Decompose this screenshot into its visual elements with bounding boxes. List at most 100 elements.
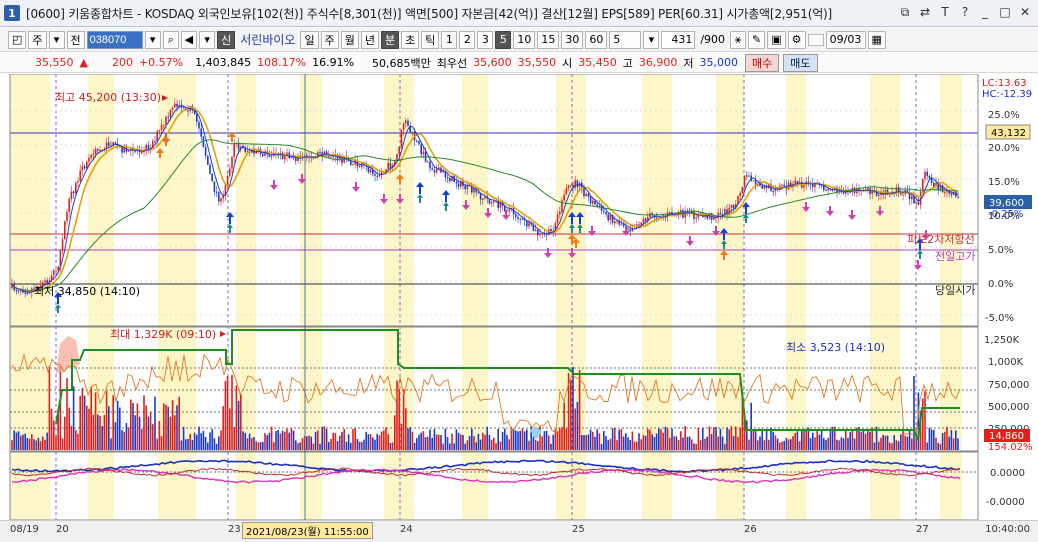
tab-week[interactable]: 주 (320, 30, 339, 49)
down-arrow-icon (826, 206, 834, 216)
volume-bar (189, 433, 191, 450)
interval-1[interactable]: 1 (441, 30, 458, 49)
interval-3[interactable]: 3 (477, 30, 494, 49)
volume-bar (341, 432, 343, 450)
chevron-down-icon[interactable]: ▾ (48, 30, 65, 49)
interval-2[interactable]: 2 (459, 30, 476, 49)
period-kind-select[interactable]: 주 (28, 30, 47, 49)
volume-bar (336, 441, 339, 450)
volume-bar (180, 440, 183, 450)
close-icon[interactable]: ✕ (1018, 5, 1032, 19)
candle-body (182, 107, 185, 109)
volume-bar (512, 428, 515, 450)
count-select[interactable]: 5 (609, 30, 642, 49)
sell-button[interactable]: 매도 (783, 53, 818, 72)
tab-second[interactable]: 초 (401, 30, 420, 49)
tab-tick[interactable]: 틱 (421, 30, 440, 49)
draw-tool-icon[interactable]: ✎ (748, 30, 766, 49)
volume-bar (585, 435, 587, 450)
link-icon[interactable]: ⇄ (918, 5, 932, 19)
volume-bar (622, 436, 625, 450)
candle-body (915, 202, 917, 204)
stock-code-input[interactable] (86, 30, 143, 49)
interval-5[interactable]: 5 (495, 30, 512, 49)
volume-bar (772, 431, 774, 450)
interval-60[interactable]: 60 (585, 30, 608, 49)
restore-icon[interactable]: ⧉ (898, 5, 912, 19)
interval-30[interactable]: 30 (561, 30, 584, 49)
interval-10[interactable]: 10 (513, 30, 536, 49)
indicator-icon[interactable]: ⚹ (730, 30, 747, 49)
volume-bar (207, 442, 209, 450)
minimize-icon[interactable]: _ (978, 5, 992, 19)
gear-icon[interactable]: ⚙ (787, 30, 806, 49)
search-icon[interactable]: ⌕ (162, 30, 179, 49)
candle-body (231, 156, 233, 169)
volume-bar (501, 432, 504, 450)
volume-bar (754, 431, 757, 450)
volume-bar (860, 431, 862, 450)
volume-bar (270, 426, 273, 450)
candle-body (521, 218, 524, 220)
tab-month[interactable]: 월 (340, 30, 359, 49)
volume-bar (299, 442, 301, 450)
main-chart[interactable]: 최고 45,200 (13:30) 최저 34,850 (14:10) 최대 1… (0, 74, 1038, 520)
volume-bar (717, 436, 719, 450)
range-input[interactable]: 431 (661, 30, 696, 49)
volume-bar (233, 427, 235, 450)
reference-lines (10, 132, 978, 285)
stock-menu-icon[interactable]: ▾ (199, 30, 216, 49)
volume-bar (125, 423, 128, 450)
volume-bar (237, 400, 240, 450)
candle-body (435, 169, 438, 173)
volume-bar (202, 430, 205, 450)
volume-bar (295, 440, 297, 450)
volume-bar (477, 433, 480, 450)
font-icon[interactable]: T (938, 5, 952, 19)
volume-axis: 1,250K 1,000K 750,000 500,000 250,000 14… (984, 335, 1033, 453)
volume-bar (490, 439, 493, 450)
candle-body (229, 168, 231, 176)
calendar-icon[interactable]: ▦ (867, 30, 886, 49)
layout-icon[interactable]: ◰ (8, 30, 27, 49)
volume-bar (66, 377, 68, 450)
volume-bar (933, 430, 935, 450)
candle-body (242, 147, 244, 149)
volume-bar (176, 405, 178, 450)
tab-year[interactable]: 년 (360, 30, 379, 49)
code-dropdown-icon[interactable]: ▾ (144, 30, 161, 49)
volume-bar (343, 428, 345, 450)
volume-bar (647, 428, 649, 450)
volume-bar (576, 401, 579, 450)
maximize-icon[interactable]: □ (998, 5, 1012, 19)
sound-icon[interactable]: ◀ (180, 30, 198, 49)
date-checkbox[interactable] (807, 33, 824, 46)
volume-bar (226, 376, 229, 450)
shade-band (556, 74, 586, 520)
volume-bar (354, 427, 356, 450)
crosshair-time-label: 2021/08/23(월) 11:55:00 (242, 522, 373, 539)
volume-bar (350, 442, 352, 450)
buy-button[interactable]: 매수 (745, 53, 780, 72)
prev-button[interactable]: 전 (66, 30, 85, 49)
volume-bar (644, 435, 647, 450)
candle-body (620, 224, 623, 226)
low-price: 35,000 (699, 56, 739, 69)
volume-bar (517, 431, 519, 450)
volume-bar (171, 400, 174, 450)
tab-minute[interactable]: 분 (380, 30, 400, 49)
interval-15[interactable]: 15 (537, 30, 560, 49)
date-field[interactable]: 09/03 (825, 30, 866, 49)
volume-bar (941, 433, 944, 450)
tab-day[interactable]: 일 (300, 30, 319, 49)
candle-body (515, 214, 517, 217)
volume-bar (658, 428, 660, 450)
volume-bar (790, 439, 792, 450)
volume-bar (138, 416, 141, 450)
save-icon[interactable]: ▣ (767, 30, 786, 49)
help-icon[interactable]: ? (958, 5, 972, 19)
shade-band (300, 74, 322, 520)
count-dropdown-icon[interactable]: ▾ (643, 30, 660, 49)
date-label: 23 (228, 524, 241, 535)
volume-bar (493, 437, 495, 450)
